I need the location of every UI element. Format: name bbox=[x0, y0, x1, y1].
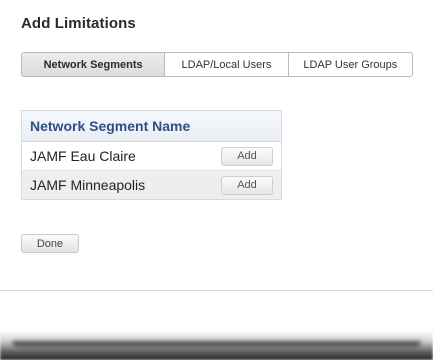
section-divider bbox=[0, 290, 433, 291]
tab-ldap-user-groups[interactable]: LDAP User Groups bbox=[289, 53, 412, 76]
network-segments-table: Network Segment Name JAMF Eau Claire Add… bbox=[21, 110, 282, 200]
add-button[interactable]: Add bbox=[221, 146, 273, 166]
tab-ldap-local-users[interactable]: LDAP/Local Users bbox=[165, 53, 289, 76]
panel-bottom-edge bbox=[12, 341, 421, 347]
segment-name: JAMF Minneapolis bbox=[30, 177, 146, 193]
limitations-tab-bar: Network Segments LDAP/Local Users LDAP U… bbox=[21, 52, 413, 77]
done-button[interactable]: Done bbox=[21, 234, 79, 253]
table-row: JAMF Eau Claire Add bbox=[22, 142, 281, 170]
add-button[interactable]: Add bbox=[221, 175, 273, 195]
section-title: Add Limitations bbox=[21, 15, 136, 32]
page: Add Limitations Network Segments LDAP/Lo… bbox=[0, 0, 433, 360]
table-header: Network Segment Name bbox=[22, 111, 281, 142]
table-row: JAMF Minneapolis Add bbox=[22, 170, 281, 199]
limitations-panel: Add Limitations Network Segments LDAP/Lo… bbox=[0, 0, 433, 340]
tab-network-segments[interactable]: Network Segments bbox=[22, 53, 166, 76]
segment-name: JAMF Eau Claire bbox=[30, 148, 136, 164]
